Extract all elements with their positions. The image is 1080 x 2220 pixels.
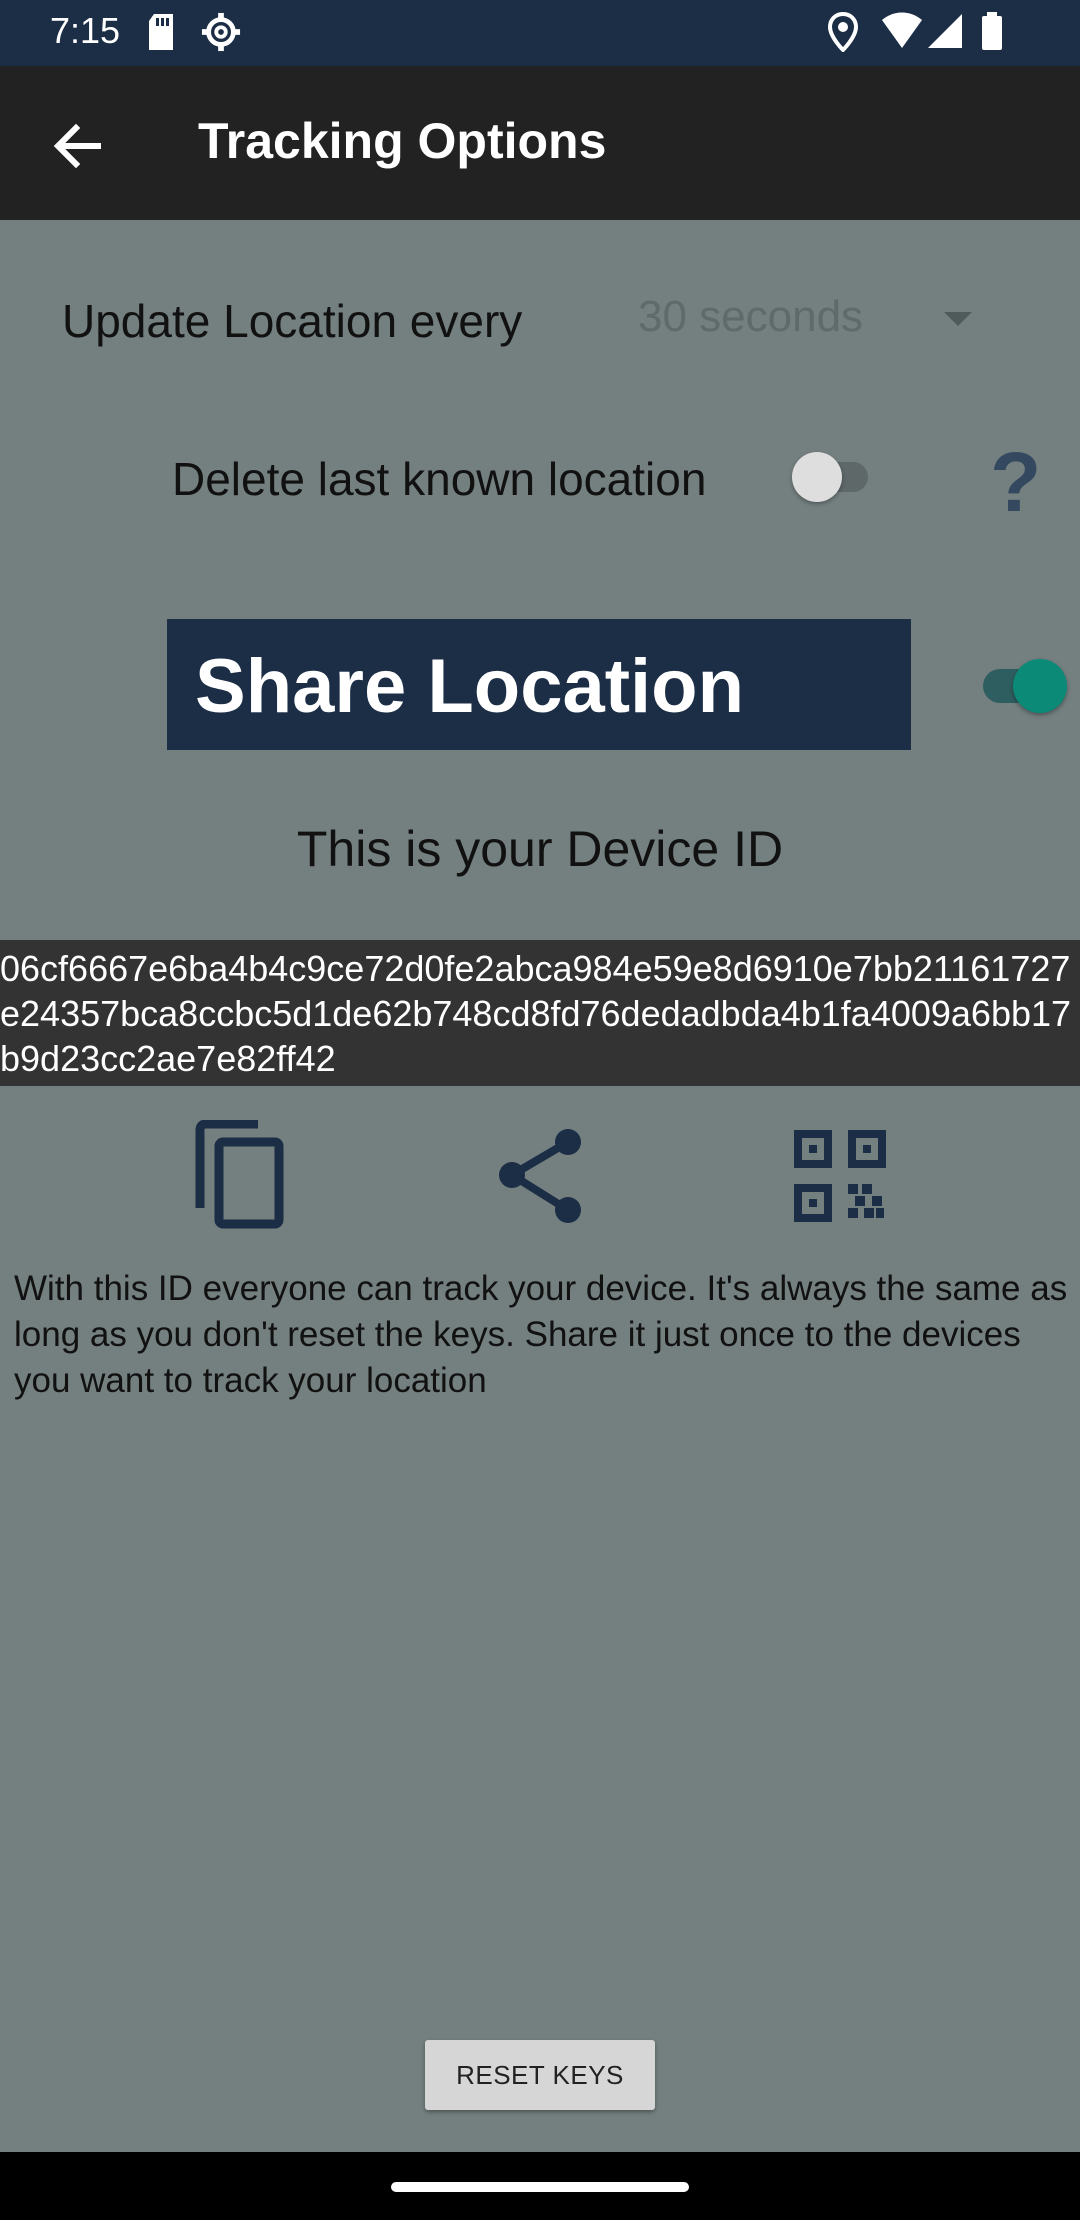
dropdown-arrow-icon bbox=[944, 312, 972, 326]
location-icon bbox=[828, 12, 858, 52]
delete-location-toggle[interactable] bbox=[788, 448, 878, 504]
qr-code-icon[interactable] bbox=[790, 1120, 890, 1230]
toggle-thumb bbox=[792, 452, 842, 502]
share-location-label: Share Location bbox=[195, 644, 744, 729]
device-id-title: This is your Device ID bbox=[296, 821, 784, 877]
delete-location-label: Delete last known location bbox=[172, 453, 707, 505]
toggle-thumb bbox=[1013, 659, 1067, 713]
update-interval-dropdown[interactable]: 30 seconds bbox=[620, 290, 1000, 352]
back-arrow-icon[interactable] bbox=[48, 116, 108, 176]
share-location-panel: Share Location bbox=[167, 619, 1067, 750]
home-gesture-handle[interactable] bbox=[391, 2182, 689, 2192]
app-bar: Tracking Options bbox=[0, 66, 1080, 220]
device-id-note: With this ID everyone can track your dev… bbox=[14, 1269, 1068, 1400]
update-interval-value: 30 seconds bbox=[638, 292, 864, 341]
reset-keys-button[interactable]: RESET KEYS bbox=[425, 2040, 655, 2110]
device-id-panel: 06cf6667e6ba4b4c9ce72d0fe2abca984e59e8d6… bbox=[0, 940, 1080, 1086]
navigation-bar bbox=[0, 2152, 1080, 2220]
share-icon[interactable] bbox=[490, 1120, 590, 1230]
sd-card-icon bbox=[149, 14, 173, 50]
status-bar: 7:15 bbox=[0, 0, 1080, 66]
signal-icon bbox=[928, 14, 962, 48]
share-location-toggle[interactable] bbox=[975, 649, 1075, 721]
settings-icon bbox=[201, 12, 241, 52]
device-id-value: 06cf6667e6ba4b4c9ce72d0fe2abca984e59e8d6… bbox=[0, 948, 1072, 1079]
copy-icon[interactable] bbox=[192, 1120, 292, 1230]
page-title: Tracking Options bbox=[198, 113, 607, 169]
battery-icon bbox=[982, 12, 1002, 50]
help-icon[interactable]: ? bbox=[990, 440, 1041, 524]
update-interval-label: Update Location every bbox=[62, 295, 523, 347]
wifi-icon bbox=[882, 12, 922, 48]
status-time: 7:15 bbox=[50, 10, 121, 51]
